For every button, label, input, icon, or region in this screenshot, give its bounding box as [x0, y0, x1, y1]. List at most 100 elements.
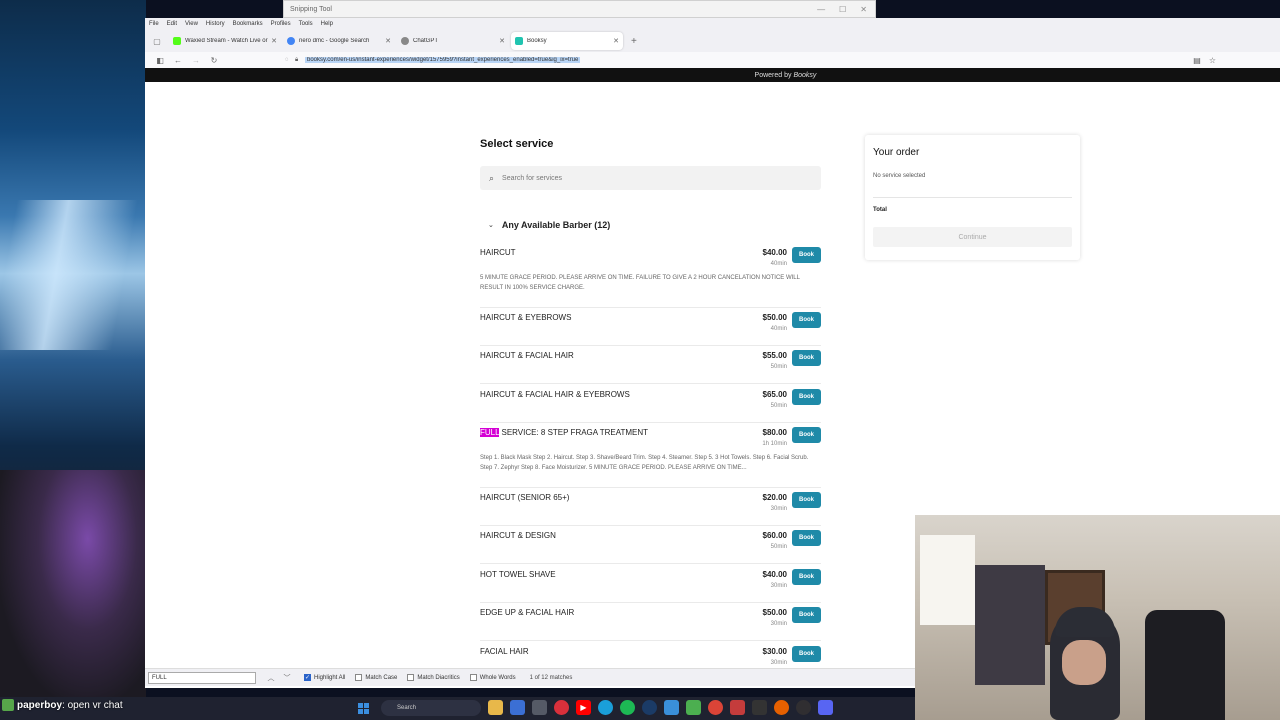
taskbar-search[interactable]: Search: [381, 700, 481, 716]
menu-file[interactable]: File: [149, 21, 159, 27]
service-name: HAIRCUT & EYEBROWS: [480, 313, 572, 322]
lock-icon[interactable]: 🔒︎: [295, 57, 305, 64]
forward-arrow-icon[interactable]: →: [187, 56, 205, 65]
terminal-icon[interactable]: [752, 700, 767, 715]
tab-kick[interactable]: Waxied Stream - Watch Live or ✕: [169, 32, 281, 50]
chat-message-overlay: paperboy : open vr chat: [2, 699, 123, 711]
new-tab-icon[interactable]: +: [631, 36, 637, 47]
discord-icon[interactable]: [818, 700, 833, 715]
book-button[interactable]: Book: [792, 350, 821, 366]
book-button[interactable]: Book: [792, 607, 821, 623]
tab-close-icon[interactable]: ✕: [385, 37, 391, 45]
address-bar[interactable]: ◌ 🔒︎ booksy.com/en-us/instant-experience…: [285, 54, 630, 66]
match-case-checkbox[interactable]: Match Case: [355, 674, 397, 681]
wallpaper-purple-glow: [0, 470, 146, 700]
vpn-icon[interactable]: [686, 700, 701, 715]
steam-icon[interactable]: [642, 700, 657, 715]
menu-tools[interactable]: Tools: [299, 21, 313, 27]
sidebar-toggle-icon[interactable]: ◧: [151, 56, 169, 65]
close-icon[interactable]: ✕: [860, 5, 867, 14]
tab-title: Waxied Stream - Watch Live or: [185, 38, 268, 44]
firefox-icon[interactable]: [774, 700, 789, 715]
wallpaper-swoosh: [0, 200, 146, 350]
match-diacritics-checkbox[interactable]: Match Diacritics: [407, 674, 460, 681]
book-button[interactable]: Book: [792, 389, 821, 405]
calculator-icon[interactable]: [532, 700, 547, 715]
whole-words-checkbox[interactable]: Whole Words: [469, 674, 516, 681]
book-button[interactable]: Book: [792, 492, 821, 508]
service-name: HAIRCUT & DESIGN: [480, 531, 556, 540]
webcam-window: [920, 535, 975, 625]
menu-help[interactable]: Help: [321, 21, 333, 27]
book-button[interactable]: Book: [792, 312, 821, 328]
chrome-icon[interactable]: [708, 700, 723, 715]
tab-booksy[interactable]: Booksy ✕: [511, 32, 623, 50]
tab-close-icon[interactable]: ✕: [499, 37, 505, 45]
service-name-rest: SERVICE: 8 STEP FRAGA TREATMENT: [499, 428, 649, 437]
store-icon[interactable]: [510, 700, 525, 715]
url-text[interactable]: booksy.com/en-us/instant-experiences/wid…: [305, 57, 581, 63]
order-title: Your order: [873, 147, 920, 158]
find-previous-icon[interactable]: ︿: [264, 673, 278, 683]
tab-chatgpt[interactable]: ChatGPT ✕: [397, 32, 509, 50]
youtube-icon[interactable]: ▶: [576, 700, 591, 715]
find-next-icon[interactable]: ﹀: [280, 673, 294, 683]
taskbar-app-icons: ▶: [488, 700, 833, 715]
notepad-icon[interactable]: [664, 700, 679, 715]
windows-start-icon[interactable]: [358, 703, 369, 714]
webcam-shelf: [975, 565, 1045, 685]
service-duration: 30min: [770, 583, 787, 589]
file-explorer-icon[interactable]: [488, 700, 503, 715]
match-diacritics-label: Match Diacritics: [417, 674, 460, 681]
chevron-down-icon: ⌄: [488, 222, 494, 229]
back-arrow-icon[interactable]: ←: [169, 56, 187, 65]
service-price: $65.00: [762, 390, 787, 399]
snipping-tool-titlebar: Snipping Tool — ☐ ✕: [283, 0, 876, 18]
bookmark-star-icon[interactable]: ☆: [1209, 56, 1216, 65]
continue-button[interactable]: Continue: [873, 227, 1072, 247]
menu-history[interactable]: History: [206, 21, 225, 27]
service-description: 5 MINUTE GRACE PERIOD. PLEASE ARRIVE ON …: [480, 275, 800, 291]
reader-view-icon[interactable]: ▤: [1193, 56, 1201, 65]
service-duration: 50min: [770, 544, 787, 550]
service-name: HOT TOWEL SHAVE: [480, 570, 556, 579]
search-input[interactable]: ⌕ Search for services: [480, 166, 821, 190]
tab-close-icon[interactable]: ✕: [271, 37, 277, 45]
find-input[interactable]: FULL: [148, 671, 256, 684]
book-button[interactable]: Book: [792, 530, 821, 546]
book-button[interactable]: Book: [792, 569, 821, 585]
chatgpt-favicon-icon: [401, 37, 409, 45]
order-total-label: Total: [873, 207, 887, 213]
taskbar-search-placeholder: Search: [397, 705, 417, 711]
checkbox-icon: [407, 674, 415, 681]
maximize-icon[interactable]: ☐: [839, 5, 846, 14]
reload-icon[interactable]: ↻: [205, 56, 223, 65]
obs-icon[interactable]: [796, 700, 811, 715]
match-count: 1 of 12 matches: [529, 674, 573, 681]
service-name: HAIRCUT (SENIOR 65+): [480, 493, 570, 502]
navigation-bar: ◧ ← → ↻ ◌ 🔒︎ booksy.com/en-us/instant-ex…: [145, 52, 1280, 68]
highlight-all-checkbox[interactable]: ✓ Highlight All: [304, 674, 345, 681]
opera-icon[interactable]: [554, 700, 569, 715]
menu-bookmarks[interactable]: Bookmarks: [233, 21, 263, 27]
book-button[interactable]: Book: [792, 247, 821, 263]
tab-google[interactable]: nero dmc - Google Search ✕: [283, 32, 395, 50]
spotify-icon[interactable]: [620, 700, 635, 715]
mail-icon[interactable]: [730, 700, 745, 715]
service-name: HAIRCUT & FACIAL HAIR & EYEBROWS: [480, 390, 630, 399]
edge-icon[interactable]: [598, 700, 613, 715]
service-price: $50.00: [762, 313, 787, 322]
tab-list-icon[interactable]: ▢: [151, 35, 163, 47]
menu-edit[interactable]: Edit: [167, 21, 177, 27]
shield-icon[interactable]: ◌: [285, 57, 295, 63]
menu-profiles[interactable]: Profiles: [271, 21, 291, 27]
tab-close-icon[interactable]: ✕: [613, 37, 619, 45]
service-price: $40.00: [762, 570, 787, 579]
menu-view[interactable]: View: [185, 21, 198, 27]
minimize-icon[interactable]: —: [817, 5, 825, 14]
browser-menubar: File Edit View History Bookmarks Profile…: [145, 18, 1280, 30]
book-button[interactable]: Book: [792, 646, 821, 662]
book-button[interactable]: Book: [792, 427, 821, 443]
barber-group-header[interactable]: ⌄ Any Available Barber (12): [488, 220, 610, 230]
search-placeholder: Search for services: [502, 174, 562, 182]
